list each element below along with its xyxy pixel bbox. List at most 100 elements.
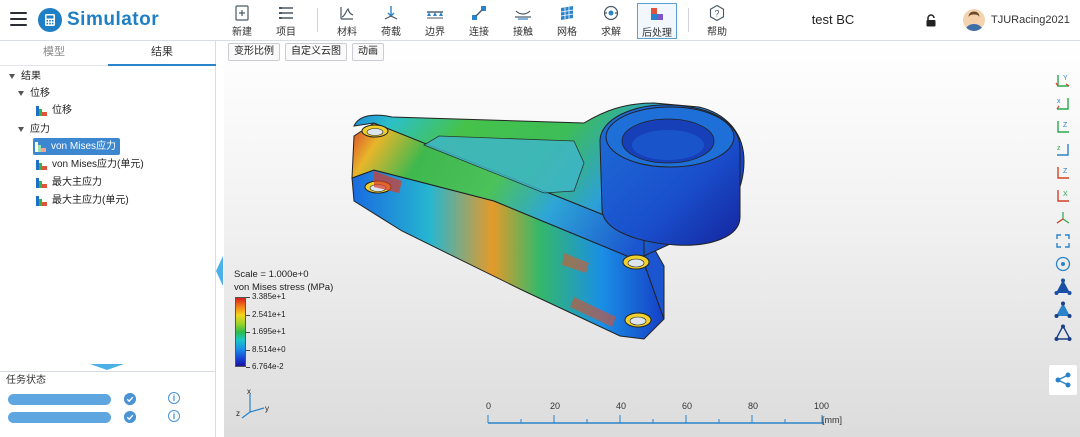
legend-label: 6.764e-2 [252,362,284,371]
tree-item-max-principal-element[interactable]: 最大主应力(单元) [36,192,129,209]
display-mesh-icon[interactable] [1050,299,1076,321]
check-circle-icon [124,411,136,423]
result-contour-icon [36,159,47,170]
toolbar-contact-button[interactable]: 接触 [503,3,543,39]
connection-icon [472,6,486,20]
share-icon [1055,372,1071,388]
tree-node-displacement-group[interactable]: 位移 [18,85,50,102]
unlock-icon[interactable] [925,14,937,27]
caret-down-icon [18,91,24,96]
legend-label: 8.514e+0 [252,345,286,354]
load-icon [384,6,398,20]
user-avatar[interactable] [963,9,985,31]
toolbar-help-button[interactable]: ? 帮助 [697,3,737,39]
tab-results[interactable]: 结果 [108,41,216,66]
scale-tick: 100 [814,401,830,411]
rotate-view-icon[interactable] [1050,253,1076,275]
toolbar-boundary-button[interactable]: 边界 [415,3,455,39]
view-top-icon[interactable]: Z [1050,115,1076,137]
view-right-icon[interactable]: X [1050,184,1076,206]
tree-item-von-mises[interactable]: von Mises应力 [33,138,121,155]
toolbar-connection-button[interactable]: 连接 [459,3,499,39]
legend-label: 1.695e+1 [252,327,286,336]
project-icon [279,7,293,19]
tree-node-results[interactable]: 结果 [9,68,41,85]
svg-text:Z: Z [1063,122,1068,129]
legend-scale: Scale = 1.000e+0 [234,269,309,280]
boundary-icon [427,11,443,19]
view-back-icon[interactable]: x [1050,92,1076,114]
app-logo: Simulator [38,8,159,32]
help-icon: ? [709,4,725,22]
solve-icon [603,5,619,21]
material-icon [340,7,354,20]
left-panel: 模型 结果 结果 位移 位移 应力 von Mises应力 von Mises应… [0,41,216,437]
calculator-logo-icon [38,8,62,32]
simulator-app: Simulator 新建 项目 材料 荷载 边界 连接 接触 网格 求解 后处理… [0,0,1080,437]
view-front-icon[interactable]: Y [1050,69,1076,91]
svg-text:Z: Z [1063,168,1068,175]
document-title: test BC [811,12,855,27]
result-contour-icon [36,105,47,116]
display-solid-icon[interactable] [1050,276,1076,298]
scale-tick: 60 [682,401,693,411]
info-icon[interactable]: i [168,410,180,422]
result-contour-icon [35,141,46,152]
scale-tick: 0 [486,401,492,411]
legend-label: 2.541e+1 [252,310,286,319]
scale-bar: 0 20 40 60 80 100 [mm] [486,401,842,436]
toolbar-load-button[interactable]: 荷载 [371,3,411,39]
task-row: i [0,409,216,426]
panel-tabs: 模型 结果 [0,41,216,66]
toolbar-solve-button[interactable]: 求解 [591,3,631,39]
tab-model[interactable]: 模型 [0,41,108,66]
tree-node-stress-group[interactable]: 应力 [18,121,50,138]
check-circle-icon [124,393,136,405]
caret-down-icon [18,127,24,132]
display-wireframe-icon[interactable] [1050,322,1076,344]
axis-label-y: y [265,404,269,413]
legend-label: 3.385e+1 [252,292,286,301]
stress-contour-model[interactable] [224,41,1080,437]
svg-text:?: ? [714,9,719,19]
tree-item-von-mises-element[interactable]: von Mises应力(单元) [36,156,144,173]
view-bottom-icon[interactable]: z [1050,138,1076,160]
scale-unit: [mm] [822,415,842,425]
svg-text:x: x [1057,98,1061,105]
toolbar-material-button[interactable]: 材料 [327,3,367,39]
toolbar-project-button[interactable]: 项目 [266,3,306,39]
caret-down-icon [9,74,15,79]
hamburger-menu-icon[interactable] [10,12,27,27]
view-iso-icon[interactable] [1050,207,1076,229]
info-icon[interactable]: i [168,392,180,404]
username[interactable]: TJURacing2021 [991,14,1070,26]
result-contour-icon [36,177,47,188]
result-contour-icon [36,195,47,206]
toolbar-postprocess-button[interactable]: 后处理 [637,3,677,39]
toolbar-separator [688,8,689,32]
collapse-tab-icon[interactable] [90,364,124,370]
task-progress-bar [8,394,111,405]
axis-label-x: x [247,387,251,396]
share-button[interactable] [1048,364,1078,396]
scale-tick: 80 [748,401,759,411]
fit-view-icon[interactable] [1050,230,1076,252]
3d-viewport[interactable]: 变形比例 自定义云图 动画 Scale = 1.000e+0 von Mises… [224,41,1080,437]
scale-tick: 40 [616,401,627,411]
svg-text:X: X [1063,191,1068,198]
toolbar-separator [317,8,318,32]
toolbar-mesh-button[interactable]: 网格 [547,3,587,39]
tree-item-max-principal[interactable]: 最大主应力 [36,174,102,191]
postprocess-icon [651,8,663,20]
panel-toggle-handle[interactable] [216,256,223,286]
scale-tick: 20 [550,401,561,411]
tree-item-displacement[interactable]: 位移 [36,102,72,119]
app-name: Simulator [67,9,160,30]
toolbar-new-button[interactable]: 新建 [222,3,262,39]
view-left-icon[interactable]: Z [1050,161,1076,183]
top-toolbar: Simulator 新建 项目 材料 荷载 边界 连接 接触 网格 求解 后处理… [0,0,1080,41]
contact-icon [515,10,531,20]
new-file-icon [235,5,249,21]
svg-text:Y: Y [1063,75,1068,82]
svg-text:z: z [1057,145,1061,152]
